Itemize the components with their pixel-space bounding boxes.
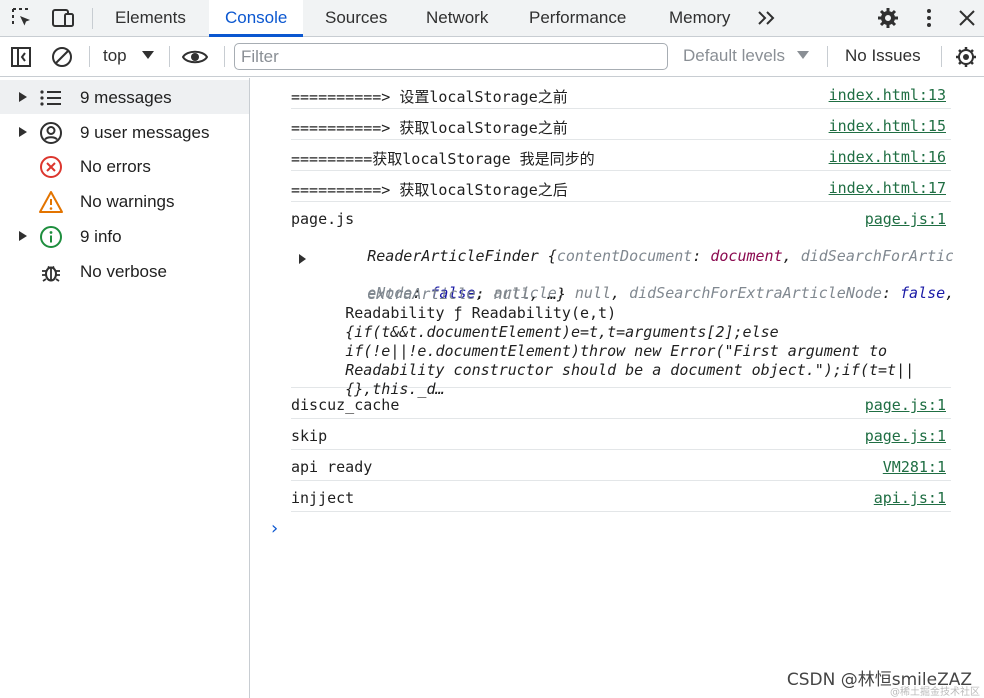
list-icon [38,85,64,111]
console-prompt-chevron-icon[interactable]: › [269,518,280,539]
levels-dropdown-icon[interactable] [797,51,809,59]
sidebar-item-label: 9 user messages [80,123,210,142]
message-text: skip [291,427,328,445]
expand-triangle-icon[interactable] [19,127,27,137]
message-text: =========获取localStorage 我是同步的 [291,150,595,168]
console-settings-gear-icon[interactable] [953,45,979,69]
expand-triangle-icon[interactable] [19,92,27,102]
close-icon[interactable] [954,6,980,30]
bug-icon [38,259,64,285]
sidebar-item-label: No errors [80,157,151,176]
console-sidebar: 9 messages 9 user messages No errors No … [0,78,250,698]
sidebar-item-label: No verbose [80,262,167,281]
filter-input[interactable]: Filter [234,43,668,70]
console-message: ==========> 获取localStorage之前 index.html:… [291,109,951,140]
message-source-link[interactable]: VM281:1 [883,458,946,476]
console-message: ==========> 设置localStorage之前 index.html:… [291,78,951,109]
console-message-pagejs: page.js page.js:1 ReaderArticleFinder {c… [291,202,954,398]
context-dropdown-icon[interactable] [142,51,154,59]
expand-object-triangle-icon[interactable] [299,254,306,264]
tab-memory[interactable]: Memory [653,0,746,36]
console-toolbar: top Filter Default levels No Issues [0,37,984,77]
sidebar-item-label: No warnings [80,192,175,211]
console-message: skip page.js:1 [291,419,951,450]
console-message: discuz_cache page.js:1 [291,388,951,419]
context-selector[interactable]: top [103,46,127,66]
sidebar-item-label: 9 info [80,227,122,246]
watermark: CSDN @林恒smileZAZ [786,670,972,690]
tab-performance[interactable]: Performance [513,0,642,36]
sidebar-item-messages[interactable]: 9 messages [0,80,249,114]
message-text: ==========> 获取localStorage之后 [291,181,568,199]
console-message: injject api.js:1 [291,481,951,512]
message-text: ==========> 获取localStorage之前 [291,119,568,137]
message-source-link[interactable]: page.js:1 [865,427,946,445]
warning-icon [38,189,64,215]
sidebar-item-verbose[interactable]: No verbose [0,254,249,288]
console-message: api ready VM281:1 [291,450,951,481]
message-source-link[interactable]: api.js:1 [874,489,946,507]
tab-network[interactable]: Network [410,0,504,36]
clear-console-icon[interactable] [49,45,75,69]
more-options-icon[interactable] [916,6,942,30]
message-source-link[interactable]: page.js:1 [865,396,946,414]
console-message: ==========> 获取localStorage之后 index.html:… [291,171,951,202]
more-tabs-icon[interactable] [754,6,780,30]
devtools-tabbar: Elements Console Sources Network Perform… [0,0,984,37]
issues-counter[interactable]: No Issues [845,46,921,66]
console-output: ==========> 设置localStorage之前 index.html:… [251,78,984,698]
settings-gear-icon[interactable] [875,6,901,30]
message-text: injject [291,489,355,507]
tab-console[interactable]: Console [209,0,304,37]
message-text: page.js [291,210,355,228]
message-text: ==========> 设置localStorage之前 [291,88,568,106]
message-source-link[interactable]: index.html:15 [829,117,946,135]
sidebar-item-label: 9 messages [80,88,172,107]
message-text: api ready [291,458,373,476]
sidebar-toggle-icon[interactable] [8,45,34,69]
inspect-element-icon[interactable] [9,6,35,30]
user-icon [38,120,64,146]
sidebar-item-errors[interactable]: No errors [0,149,249,183]
message-source-link[interactable]: index.html:17 [829,179,946,197]
device-toolbar-icon[interactable] [50,6,76,30]
sidebar-item-user-messages[interactable]: 9 user messages [0,115,249,149]
message-source-link[interactable]: index.html:13 [829,86,946,104]
sidebar-item-warnings[interactable]: No warnings [0,184,249,218]
expand-triangle-icon[interactable] [19,231,27,241]
log-levels-dropdown[interactable]: Default levels [683,46,785,66]
tab-elements[interactable]: Elements [99,0,202,36]
info-icon [38,224,64,250]
console-message: =========获取localStorage 我是同步的 index.html… [291,140,951,171]
error-icon [38,154,64,180]
sidebar-item-info[interactable]: 9 info [0,219,249,253]
message-source-link[interactable]: page.js:1 [865,210,946,228]
tab-sources[interactable]: Sources [309,0,403,36]
message-text: discuz_cache [291,396,400,414]
message-source-link[interactable]: index.html:16 [829,148,946,166]
live-expression-eye-icon[interactable] [182,45,208,69]
